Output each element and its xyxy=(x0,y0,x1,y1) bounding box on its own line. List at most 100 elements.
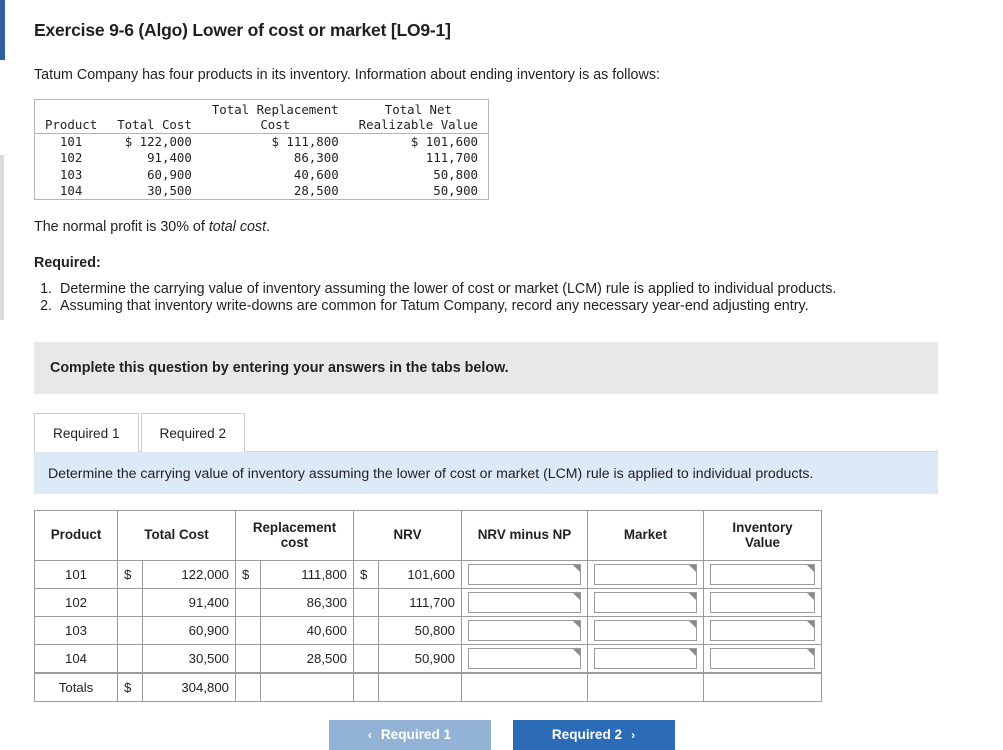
cell-total-cost: 91,400 xyxy=(107,150,202,166)
cell-repl-symbol xyxy=(236,616,261,644)
cell-replacement-cost: 111,800 xyxy=(261,560,354,588)
header-nrv-minus-np: NRV minus NP xyxy=(462,510,588,560)
input-nrv-minus-np-104[interactable] xyxy=(468,648,581,669)
input-inventory-value-104[interactable] xyxy=(710,648,815,669)
input-nrv-minus-np-102[interactable] xyxy=(468,592,581,613)
cell-empty xyxy=(261,673,354,702)
input-nrv-minus-np-103[interactable] xyxy=(468,620,581,641)
cell-replacement-cost: 28,500 xyxy=(261,644,354,673)
next-required-button[interactable]: Required 2 › xyxy=(513,720,675,750)
navigation-buttons: ‹ Required 1 Required 2 › xyxy=(34,720,969,750)
cell-cost-symbol xyxy=(118,588,143,616)
table-row-totals: Totals $ 304,800 xyxy=(35,673,822,702)
table-row: 103 60,900 40,600 50,800 xyxy=(35,616,822,644)
col-replacement-cost: Total Replacement Cost xyxy=(202,100,349,134)
cell-totals-inventory-value xyxy=(704,673,822,702)
cell-product: 103 xyxy=(35,167,108,183)
cell-repl-symbol xyxy=(236,644,261,673)
tab-bar: Required 1 Required 2 xyxy=(34,409,969,451)
input-market-101[interactable] xyxy=(594,564,697,585)
required-heading: Required: xyxy=(34,255,969,271)
tab-required-1[interactable]: Required 1 xyxy=(34,413,139,452)
answer-table: Product Total Cost Replacement cost NRV … xyxy=(34,510,822,702)
cell-cost-symbol xyxy=(118,616,143,644)
table-row: 101 $ 122,000 $ 111,800 $ 101,600 xyxy=(35,560,822,588)
cell-nrv: 111,700 xyxy=(349,150,489,166)
answer-table-header-row: Product Total Cost Replacement cost NRV … xyxy=(35,510,822,560)
cell-product: 104 xyxy=(35,183,108,200)
cell-empty xyxy=(236,673,261,702)
cell-empty xyxy=(462,673,588,702)
cell-replacement-cost: 86,300 xyxy=(261,588,354,616)
header-product: Product xyxy=(35,510,118,560)
cell-product: 101 xyxy=(35,560,118,588)
list-item: Assuming that inventory write-downs are … xyxy=(56,298,969,314)
cell-product: 103 xyxy=(35,616,118,644)
cell-totals-cost: 304,800 xyxy=(143,673,236,702)
cell-replacement-cost: 40,600 xyxy=(261,616,354,644)
header-inventory-value: Inventory Value xyxy=(704,510,822,560)
exercise-page: Exercise 9-6 (Algo) Lower of cost or mar… xyxy=(0,0,1003,750)
header-nrv: NRV xyxy=(354,510,462,560)
previous-required-button[interactable]: ‹ Required 1 xyxy=(329,720,491,750)
cell-repl-symbol: $ xyxy=(236,560,261,588)
cell-total-cost: 30,500 xyxy=(107,183,202,200)
col-product: Product xyxy=(35,100,108,134)
cell-empty xyxy=(354,673,379,702)
header-total-cost: Total Cost xyxy=(118,510,236,560)
cell-total-cost: $ 122,000 xyxy=(107,134,202,151)
chevron-right-icon: › xyxy=(631,720,635,750)
col-total-cost: Total Cost xyxy=(107,100,202,134)
cell-cost-symbol xyxy=(118,644,143,673)
table-row: 104 30,500 28,500 50,900 xyxy=(35,183,489,200)
cell-nrv: 111,700 xyxy=(379,588,462,616)
cell-nrv: 50,900 xyxy=(349,183,489,200)
cell-nrv: 101,600 xyxy=(379,560,462,588)
cell-replacement: $ 111,800 xyxy=(202,134,349,151)
cell-repl-symbol xyxy=(236,588,261,616)
left-accent-bar-secondary xyxy=(0,155,4,320)
complete-question-banner: Complete this question by entering your … xyxy=(34,342,938,394)
col-net-realizable-value: Total Net Realizable Value xyxy=(349,100,489,134)
cell-product: 101 xyxy=(35,134,108,151)
cell-product: 104 xyxy=(35,644,118,673)
chevron-left-icon: ‹ xyxy=(368,720,372,750)
cell-product: 102 xyxy=(35,588,118,616)
table-row: 104 30,500 28,500 50,900 xyxy=(35,644,822,673)
cell-total-cost: 122,000 xyxy=(143,560,236,588)
table-row: 102 91,400 86,300 111,700 xyxy=(35,150,489,166)
cell-total-cost: 91,400 xyxy=(143,588,236,616)
intro-text: Tatum Company has four products in its i… xyxy=(34,67,969,83)
input-inventory-value-103[interactable] xyxy=(710,620,815,641)
list-item: Determine the carrying value of inventor… xyxy=(56,281,969,297)
previous-required-label: Required 1 xyxy=(381,720,451,750)
next-required-label: Required 2 xyxy=(552,720,622,750)
cell-replacement: 28,500 xyxy=(202,183,349,200)
left-accent-bar xyxy=(0,0,5,60)
input-market-102[interactable] xyxy=(594,592,697,613)
cell-nrv-symbol: $ xyxy=(354,560,379,588)
input-nrv-minus-np-101[interactable] xyxy=(468,564,581,585)
cell-total-cost: 60,900 xyxy=(107,167,202,183)
input-market-104[interactable] xyxy=(594,648,697,669)
normal-profit-emphasis: total cost xyxy=(209,219,266,235)
input-inventory-value-101[interactable] xyxy=(710,564,815,585)
inventory-data-table: Product Total Cost Total Replacement Cos… xyxy=(34,99,489,200)
input-inventory-value-102[interactable] xyxy=(710,592,815,613)
cell-nrv-symbol xyxy=(354,588,379,616)
cell-replacement: 86,300 xyxy=(202,150,349,166)
cell-nrv: 50,900 xyxy=(379,644,462,673)
header-market: Market xyxy=(588,510,704,560)
table-row: 101 $ 122,000 $ 111,800 $ 101,600 xyxy=(35,134,489,151)
input-market-103[interactable] xyxy=(594,620,697,641)
table-row: 103 60,900 40,600 50,800 xyxy=(35,167,489,183)
cell-nrv-symbol xyxy=(354,616,379,644)
tab-required-2[interactable]: Required 2 xyxy=(141,413,246,452)
cell-nrv: 50,800 xyxy=(379,616,462,644)
cell-nrv: 50,800 xyxy=(349,167,489,183)
table-row: 102 91,400 86,300 111,700 xyxy=(35,588,822,616)
cell-empty xyxy=(588,673,704,702)
cell-nrv-symbol xyxy=(354,644,379,673)
requirements-list: Determine the carrying value of inventor… xyxy=(34,281,969,314)
cell-nrv: $ 101,600 xyxy=(349,134,489,151)
